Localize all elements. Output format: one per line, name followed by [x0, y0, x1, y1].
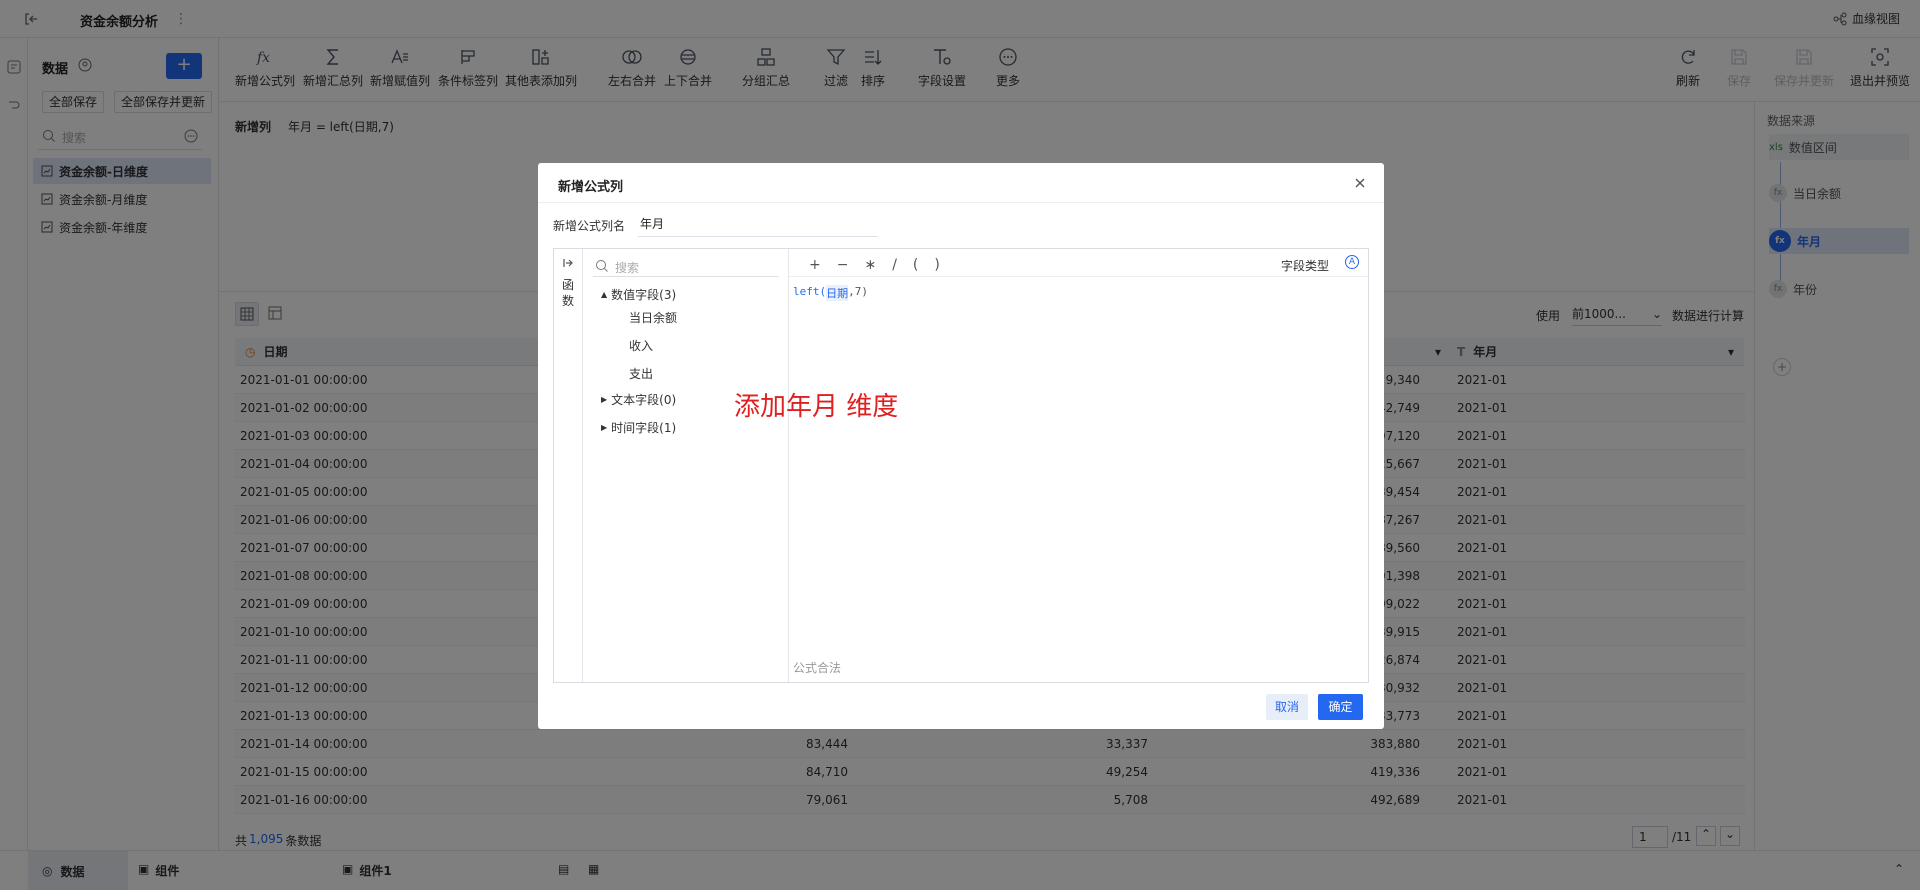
field-search-input[interactable]: 搜索	[593, 255, 779, 277]
op-rparen-button[interactable]: )	[934, 257, 939, 273]
caret-right-icon: ▶	[601, 423, 608, 432]
operator-buttons: + − ∗ / ( )	[809, 257, 940, 273]
function-sidebar: 函数	[554, 249, 583, 682]
search-icon	[595, 259, 609, 273]
annotation-text: 添加年月 维度	[734, 392, 899, 422]
field-token: 日期	[826, 285, 849, 301]
field-tree-panel: 搜索 ▲ 数值字段(3) 当日余额 收入 支出 ▶ 文本字段(0) ▶ 时间字段…	[583, 249, 789, 682]
cancel-button[interactable]: 取消	[1266, 694, 1308, 720]
caret-right-icon: ▶	[601, 395, 608, 404]
op-plus-button[interactable]: +	[809, 257, 821, 273]
field-type-icon[interactable]: A	[1345, 255, 1359, 269]
formula-code[interactable]: left( 日期 ,7)	[793, 285, 868, 301]
dialog-title: 新增公式列	[558, 180, 624, 195]
field-expense[interactable]: 支出	[629, 365, 653, 382]
op-lparen-button[interactable]: (	[913, 257, 918, 273]
field-income[interactable]: 收入	[629, 337, 653, 354]
op-divide-button[interactable]: /	[892, 257, 897, 273]
column-name-label: 新增公式列名	[553, 219, 626, 233]
op-minus-button[interactable]: −	[837, 257, 849, 273]
caret-down-icon: ▲	[601, 290, 608, 299]
field-type-label: 字段类型	[1281, 259, 1330, 273]
dialog-header	[538, 163, 1384, 203]
formula-editor: 函数 搜索 ▲ 数值字段(3) 当日余额 收入 支出 ▶ 文本字段(0) ▶ 时…	[553, 248, 1369, 683]
code-panel: + − ∗ / ( ) 字段类型 A left( 日期 ,7) 公式合法	[789, 249, 1368, 682]
field-daily-balance[interactable]: 当日余额	[629, 309, 677, 326]
column-name-input[interactable]: 年月	[638, 213, 878, 237]
functions-tab[interactable]: 函数	[562, 277, 576, 309]
add-formula-dialog: 新增公式列 新增公式列名 年月 函数 搜索 ▲ 数值字段(3) 当日余额 收入	[538, 163, 1384, 729]
op-multiply-button[interactable]: ∗	[864, 257, 876, 273]
close-icon[interactable]	[1352, 175, 1368, 191]
tree-node-numeric[interactable]: ▲ 数值字段(3)	[601, 286, 676, 303]
expand-functions-icon[interactable]	[562, 257, 574, 269]
formula-status: 公式合法	[793, 661, 842, 675]
tree-node-text[interactable]: ▶ 文本字段(0)	[601, 391, 676, 408]
confirm-button[interactable]: 确定	[1318, 694, 1363, 720]
tree-node-time[interactable]: ▶ 时间字段(1)	[601, 419, 676, 436]
